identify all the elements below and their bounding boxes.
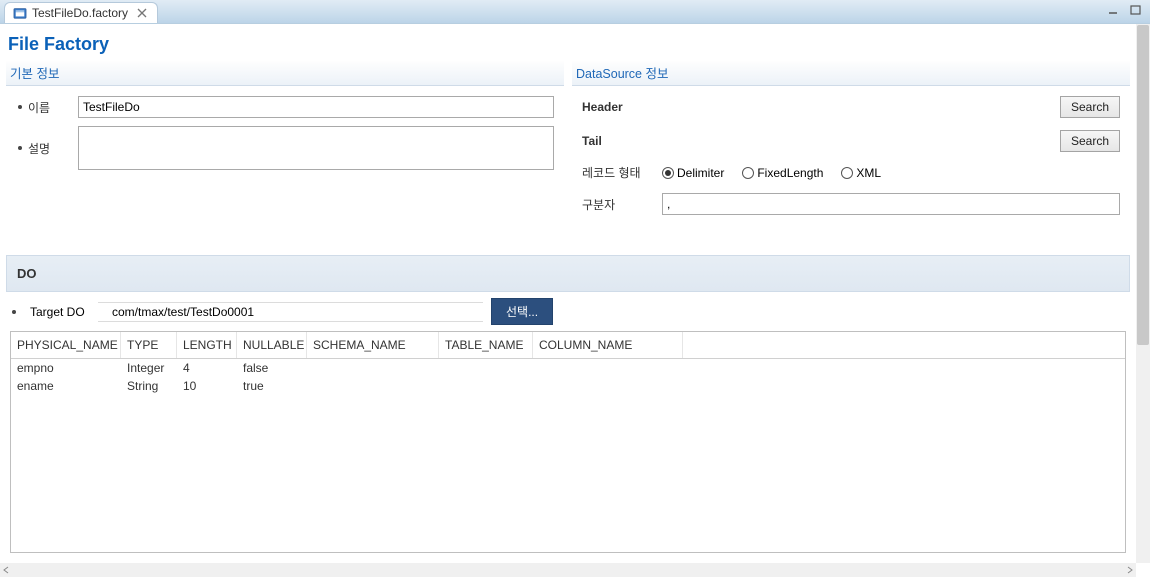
window-controls: [1106, 3, 1144, 17]
select-button[interactable]: 선택...: [491, 298, 553, 325]
header-label: Header: [582, 100, 662, 114]
bullet-icon: [18, 146, 22, 150]
vertical-scrollbar-thumb[interactable]: [1137, 25, 1149, 345]
minimize-icon[interactable]: [1106, 3, 1122, 17]
do-section: DO Target DO 선택... PHYSICAL_NAME TYPE LE…: [6, 255, 1130, 553]
target-do-label: Target DO: [30, 305, 90, 319]
datasource-panel: DataSource 정보 Header Search Tail Search …: [572, 61, 1130, 235]
header-search-button[interactable]: Search: [1060, 96, 1120, 118]
scroll-left-icon[interactable]: [2, 566, 10, 574]
col-type[interactable]: TYPE: [121, 332, 177, 358]
vertical-scrollbar[interactable]: [1136, 24, 1150, 563]
record-type-group: Delimiter FixedLength XML: [662, 166, 881, 180]
cell: 10: [177, 377, 237, 395]
do-grid: PHYSICAL_NAME TYPE LENGTH NULLABLE SCHEM…: [10, 331, 1126, 553]
basic-info-header: 기본 정보: [6, 61, 564, 86]
cell: [307, 377, 439, 395]
col-column-name[interactable]: COLUMN_NAME: [533, 332, 683, 358]
editor-tab-label: TestFileDo.factory: [32, 6, 128, 20]
cell: [533, 377, 683, 395]
name-input[interactable]: [78, 96, 554, 118]
factory-file-icon: [13, 7, 27, 19]
bullet-icon: [12, 310, 16, 314]
cell: empno: [11, 359, 121, 377]
cell: [533, 359, 683, 377]
target-do-input[interactable]: [98, 302, 483, 322]
name-label: 이름: [28, 99, 78, 116]
horizontal-scrollbar[interactable]: [0, 563, 1136, 577]
col-table-name[interactable]: TABLE_NAME: [439, 332, 533, 358]
tail-label: Tail: [582, 134, 662, 148]
col-physical-name[interactable]: PHYSICAL_NAME: [11, 332, 121, 358]
table-row[interactable]: empno Integer 4 false: [11, 359, 1125, 377]
radio-label: XML: [856, 166, 881, 180]
editor-tabbar: TestFileDo.factory: [0, 0, 1150, 24]
do-grid-body: empno Integer 4 false ename String 10 tr…: [11, 359, 1125, 395]
basic-info-panel: 기본 정보 이름 설명: [6, 61, 564, 235]
page-title: File Factory: [0, 24, 1136, 61]
delimiter-label: 구분자: [582, 196, 662, 213]
table-row[interactable]: ename String 10 true: [11, 377, 1125, 395]
do-section-header: DO: [6, 255, 1130, 292]
cell: ename: [11, 377, 121, 395]
radio-delimiter[interactable]: Delimiter: [662, 166, 724, 180]
desc-label: 설명: [28, 140, 78, 157]
col-schema-name[interactable]: SCHEMA_NAME: [307, 332, 439, 358]
editor-tab[interactable]: TestFileDo.factory: [4, 2, 158, 23]
delimiter-input[interactable]: [662, 193, 1120, 215]
radio-label: FixedLength: [757, 166, 823, 180]
tail-search-button[interactable]: Search: [1060, 130, 1120, 152]
cell: [439, 377, 533, 395]
do-grid-header: PHYSICAL_NAME TYPE LENGTH NULLABLE SCHEM…: [11, 332, 1125, 359]
record-type-label: 레코드 형태: [582, 164, 662, 181]
cell: true: [237, 377, 307, 395]
maximize-icon[interactable]: [1128, 3, 1144, 17]
col-length[interactable]: LENGTH: [177, 332, 237, 358]
datasource-header: DataSource 정보: [572, 61, 1130, 86]
radio-xml[interactable]: XML: [841, 166, 881, 180]
col-nullable[interactable]: NULLABLE: [237, 332, 307, 358]
cell: [439, 359, 533, 377]
content: File Factory 기본 정보 이름 설명 DataSource 정보: [0, 24, 1136, 563]
cell: 4: [177, 359, 237, 377]
cell: false: [237, 359, 307, 377]
close-icon[interactable]: [137, 8, 147, 18]
bullet-icon: [18, 105, 22, 109]
scroll-right-icon[interactable]: [1126, 566, 1134, 574]
cell: [307, 359, 439, 377]
radio-label: Delimiter: [677, 166, 724, 180]
desc-textarea[interactable]: [78, 126, 554, 170]
cell: Integer: [121, 359, 177, 377]
cell: String: [121, 377, 177, 395]
radio-fixedlength[interactable]: FixedLength: [742, 166, 823, 180]
